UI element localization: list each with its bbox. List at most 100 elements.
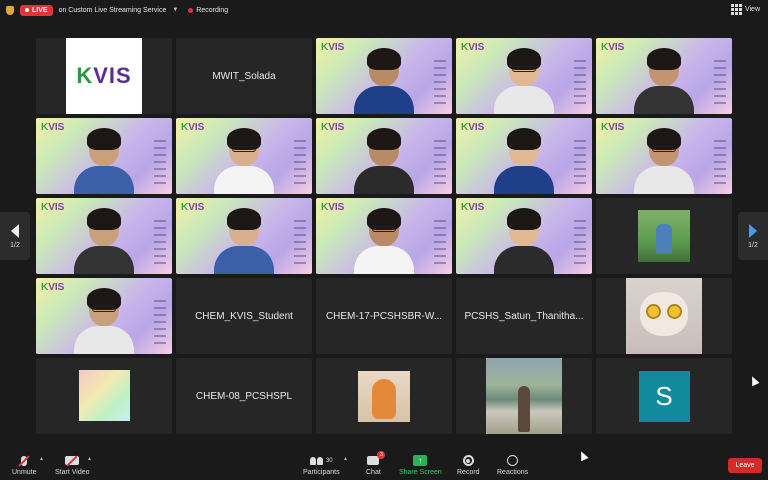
meeting-toolbar: Unmute ▲ Start Video ▲ 30 Participants ▲… — [0, 450, 768, 480]
stream-service-label: on Custom Live Streaming Service — [58, 6, 167, 14]
chat-label: Chat — [366, 469, 381, 476]
participants-icon — [309, 456, 323, 465]
participant-video — [354, 48, 414, 114]
participant-video — [354, 208, 414, 274]
participant-tile[interactable]: KVIS — [36, 278, 172, 354]
participant-video — [74, 208, 134, 274]
live-label: LIVE — [32, 6, 48, 14]
participant-tile[interactable] — [596, 278, 732, 354]
participant-video — [74, 288, 134, 354]
leave-button[interactable]: Leave — [728, 458, 762, 473]
participant-video — [494, 128, 554, 194]
arrow-left-icon — [11, 223, 19, 238]
participant-tile[interactable]: CHEM_KVIS_Student — [176, 278, 312, 354]
stream-dropdown-chevron-icon[interactable]: ▼ — [172, 7, 178, 13]
participant-tile[interactable] — [316, 358, 452, 434]
participant-name: CHEM-08_PCSHSPL — [195, 390, 293, 402]
chat-bubble-icon: 3 — [367, 451, 386, 465]
security-shield-icon[interactable] — [6, 5, 14, 15]
orange-cat — [358, 371, 410, 422]
participants-count: 30 — [325, 457, 333, 464]
participant-video — [214, 208, 274, 274]
reactions-smiley-icon — [507, 455, 519, 466]
previous-page-button[interactable]: 1/2 — [0, 212, 30, 260]
start-video-label: Start Video — [55, 469, 90, 476]
record-icon — [462, 455, 474, 466]
lake-photo — [486, 358, 562, 434]
reactions-button[interactable]: Reactions — [497, 454, 528, 476]
participant-tile[interactable]: KVIS — [36, 118, 172, 194]
unmute-button[interactable]: Unmute — [12, 454, 37, 476]
share-screen-arrow-icon: ↑ — [413, 455, 428, 466]
participant-tile[interactable] — [36, 358, 172, 434]
participant-tile[interactable]: KVIS — [316, 118, 452, 194]
participants-options-chevron-icon[interactable]: ▲ — [343, 456, 348, 462]
participant-name: CHEM_KVIS_Student — [195, 310, 293, 322]
video-off-camera-icon — [65, 455, 80, 467]
participant-tile[interactable]: CHEM-08_PCSHSPL — [176, 358, 312, 434]
cat-with-glasses — [626, 278, 702, 354]
participant-tile[interactable]: CHEM-17-PCSHSBR-W... — [316, 278, 452, 354]
view-label: View — [744, 6, 760, 13]
chat-button[interactable]: 3 Chat — [366, 451, 386, 476]
record-button[interactable]: Record — [457, 454, 480, 476]
participant-tile[interactable]: KVIS — [596, 118, 732, 194]
participant-tile[interactable] — [596, 198, 732, 274]
gradient-square — [79, 370, 130, 421]
participant-video — [634, 48, 694, 114]
participant-name: CHEM-17-PCSHSBR-W... — [325, 310, 443, 322]
participant-tile[interactable]: KVIS — [176, 118, 312, 194]
participant-tile[interactable]: MWIT_Solada — [176, 38, 312, 114]
unmute-label: Unmute — [12, 469, 37, 476]
start-video-button[interactable]: Start Video — [55, 454, 90, 476]
reactions-label: Reactions — [497, 469, 529, 476]
participant-tile[interactable]: KVIS — [36, 198, 172, 274]
muted-microphone-icon — [18, 454, 30, 467]
participant-tile[interactable]: PCSHS_Satun_Thanitha... — [456, 278, 592, 354]
top-bar: LIVE on Custom Live Streaming Service ▼ … — [0, 0, 768, 20]
video-options-chevron-icon[interactable]: ▲ — [87, 456, 92, 462]
participant-tile[interactable]: KVIS — [456, 118, 592, 194]
participant-tile[interactable]: KVIS — [176, 198, 312, 274]
participant-tile[interactable]: KVIS — [456, 38, 592, 114]
grass-photo — [638, 210, 690, 262]
record-label: Record — [457, 469, 480, 476]
share-screen-label: Share Screen — [399, 469, 442, 476]
participant-video — [494, 48, 554, 114]
recording-label: Recording — [196, 6, 229, 14]
participant-video — [74, 128, 134, 194]
participant-tile[interactable]: KVIS — [36, 38, 172, 114]
participant-video — [494, 208, 554, 274]
participant-tile[interactable]: S — [596, 358, 732, 434]
view-button[interactable]: View — [730, 4, 760, 15]
participant-tile[interactable] — [456, 358, 592, 434]
participant-tile[interactable]: KVIS — [316, 38, 452, 114]
live-badge[interactable]: LIVE — [20, 4, 53, 16]
avatar: S — [638, 370, 690, 422]
participant-video — [354, 128, 414, 194]
live-dot-icon — [25, 8, 29, 12]
participant-tile[interactable]: KVIS — [456, 198, 592, 274]
participants-button[interactable]: 30 Participants — [303, 454, 340, 476]
chat-unread-badge: 3 — [377, 451, 386, 459]
mouse-cursor-icon — [748, 374, 760, 387]
participant-tile[interactable]: KVIS — [316, 198, 452, 274]
audio-options-chevron-icon[interactable]: ▲ — [39, 456, 44, 462]
participant-name: PCSHS_Satun_Thanitha... — [464, 310, 584, 322]
recording-dot-icon — [188, 7, 194, 13]
participant-video — [634, 128, 694, 194]
arrow-right-icon — [749, 223, 757, 238]
next-page-button[interactable]: 1/2 — [738, 212, 768, 260]
kvis-logo: KVIS — [66, 38, 142, 114]
grid-view-icon — [730, 4, 742, 15]
participant-video — [214, 128, 274, 194]
video-gallery: KVIS MWIT_Solada KVIS KVIS KVIS KVIS KVIS KVIS K… — [36, 38, 732, 436]
participants-label: Participants — [303, 469, 340, 476]
kvis-logo-text: KVIS — [76, 63, 132, 88]
share-screen-button[interactable]: ↑ Share Screen — [399, 454, 442, 476]
page-indicator-right: 1/2 — [748, 241, 758, 249]
participant-name: MWIT_Solada — [212, 70, 276, 82]
page-indicator-left: 1/2 — [10, 241, 20, 249]
recording-indicator[interactable]: Recording — [188, 7, 228, 14]
participant-tile[interactable]: KVIS — [596, 38, 732, 114]
